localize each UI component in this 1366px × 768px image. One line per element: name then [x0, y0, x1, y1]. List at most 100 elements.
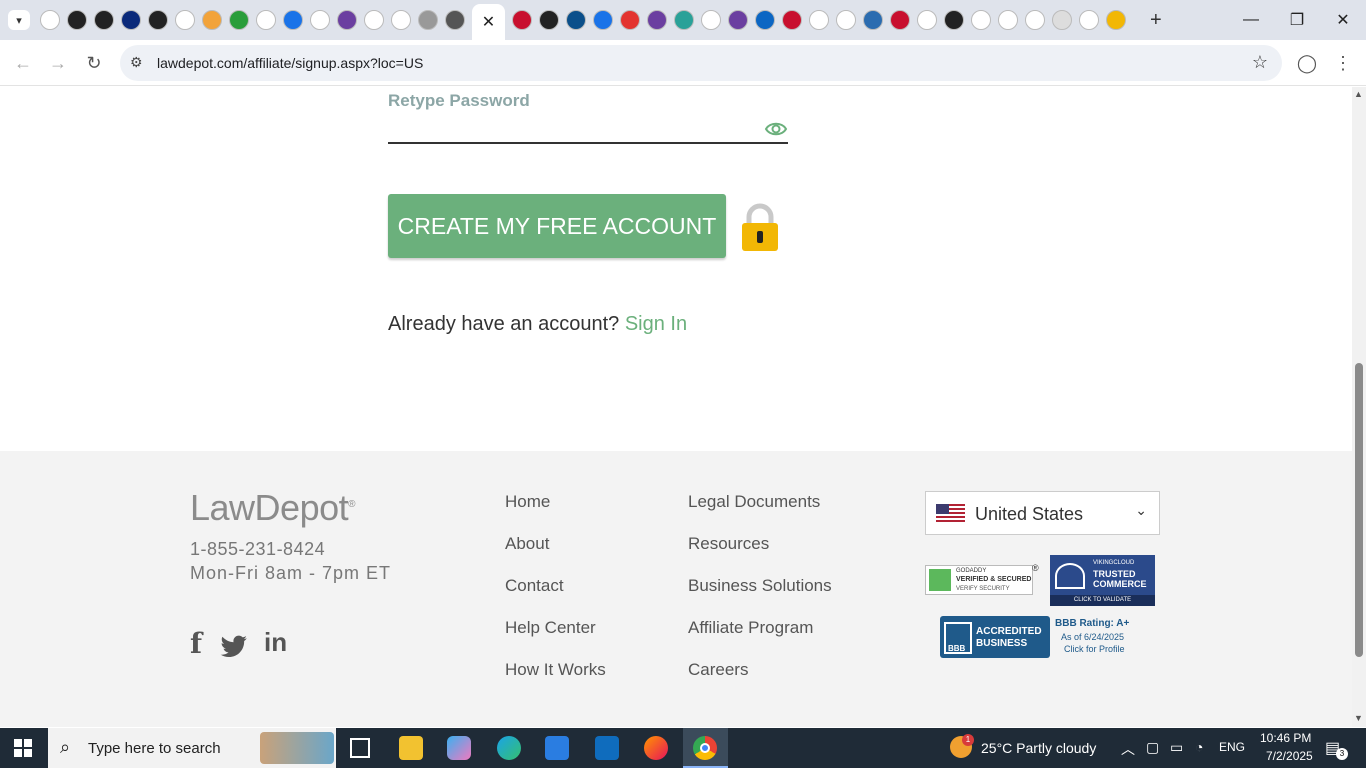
- tab-favicon-icon[interactable]: [971, 10, 991, 30]
- tab-favicon-icon[interactable]: [1025, 10, 1045, 30]
- restore-button[interactable]: ❐: [1274, 0, 1320, 40]
- tab-favicon-icon[interactable]: [121, 10, 141, 30]
- tab-favicon-icon[interactable]: [445, 10, 465, 30]
- footer-link-resources[interactable]: Resources: [688, 533, 832, 575]
- footer-link-careers[interactable]: Careers: [688, 659, 832, 701]
- phone-number[interactable]: 1-855-231-8424: [190, 539, 325, 560]
- minimize-button[interactable]: —: [1228, 0, 1274, 40]
- language-indicator[interactable]: ENG: [1219, 740, 1245, 754]
- bookmark-star-icon[interactable]: ☆: [1252, 52, 1268, 73]
- create-account-button[interactable]: CREATE MY FREE ACCOUNT: [388, 194, 726, 258]
- url-text[interactable]: lawdepot.com/affiliate/signup.aspx?loc=U…: [157, 55, 423, 71]
- footer-link-business-solutions[interactable]: Business Solutions: [688, 575, 832, 617]
- facebook-icon[interactable]: f: [190, 627, 202, 660]
- twitter-icon[interactable]: [220, 635, 248, 659]
- tab-favicon-icon[interactable]: [40, 10, 60, 30]
- forward-button[interactable]: →: [43, 48, 73, 78]
- tab-favicon-icon[interactable]: [917, 10, 937, 30]
- tab-favicon-icon[interactable]: [148, 10, 168, 30]
- tab-favicon-icon[interactable]: [674, 10, 694, 30]
- copilot-icon[interactable]: [447, 736, 471, 760]
- outlook-icon[interactable]: [595, 736, 619, 760]
- tab-favicon-icon[interactable]: [229, 10, 249, 30]
- lawdepot-logo[interactable]: LawDepot®: [190, 487, 355, 529]
- tab-favicon-icon[interactable]: [1052, 10, 1072, 30]
- battery-icon[interactable]: ▭: [1170, 739, 1183, 756]
- scroll-down-arrow[interactable]: ▼: [1354, 713, 1363, 723]
- tab-favicon-icon[interactable]: [202, 10, 222, 30]
- tab-favicon-icon[interactable]: [755, 10, 775, 30]
- footer-link-contact[interactable]: Contact: [505, 575, 606, 617]
- weather-text[interactable]: 25°C Partly cloudy: [981, 740, 1096, 756]
- tab-favicon-icon[interactable]: [364, 10, 384, 30]
- footer-link-about[interactable]: About: [505, 533, 606, 575]
- new-tab-button[interactable]: +: [1150, 9, 1162, 32]
- vikingcloud-badge[interactable]: VIKINGCLOUD TRUSTED COMMERCE CLICK TO VA…: [1050, 555, 1155, 606]
- tab-favicon-icon[interactable]: [94, 10, 114, 30]
- tab-favicon-icon[interactable]: [620, 10, 640, 30]
- reload-button[interactable]: ↻: [79, 48, 109, 78]
- country-select[interactable]: United States ⌄: [925, 491, 1160, 535]
- tab-favicon-icon[interactable]: [890, 10, 910, 30]
- tab-search-button[interactable]: ▾: [8, 10, 30, 30]
- footer-link-how-it-works[interactable]: How It Works: [505, 659, 606, 701]
- page-scrollbar[interactable]: ▲ ▼: [1352, 87, 1366, 727]
- close-window-button[interactable]: ✕: [1320, 0, 1366, 40]
- tab-favicon-icon[interactable]: [512, 10, 532, 30]
- tab-close-icon[interactable]: ✕: [482, 12, 495, 32]
- sign-in-link[interactable]: Sign In: [625, 313, 687, 335]
- file-explorer-icon[interactable]: [399, 736, 423, 760]
- tab-favicon-icon[interactable]: [863, 10, 883, 30]
- tab-favicon-icon[interactable]: [998, 10, 1018, 30]
- store-icon[interactable]: [545, 736, 569, 760]
- menu-icon[interactable]: ⋮: [1328, 48, 1358, 78]
- tab-favicon-icon[interactable]: [283, 10, 303, 30]
- tab-favicon-icon[interactable]: [67, 10, 87, 30]
- tab-favicon-icon[interactable]: [1106, 10, 1126, 30]
- tab-favicon-icon[interactable]: [728, 10, 748, 30]
- scroll-up-arrow[interactable]: ▲: [1354, 89, 1363, 99]
- meet-icon[interactable]: ▢: [1146, 739, 1159, 756]
- tab-favicon-icon[interactable]: [647, 10, 667, 30]
- show-password-icon[interactable]: [764, 117, 788, 141]
- footer-link-help-center[interactable]: Help Center: [505, 617, 606, 659]
- tab-favicon-icon[interactable]: [1079, 10, 1099, 30]
- tab-favicon-icon[interactable]: [836, 10, 856, 30]
- site-settings-icon[interactable]: ⚙: [130, 54, 143, 71]
- footer-link-legal-documents[interactable]: Legal Documents: [688, 491, 832, 533]
- footer-link-affiliate-program[interactable]: Affiliate Program: [688, 617, 832, 659]
- tab-favicon-icon[interactable]: [566, 10, 586, 30]
- retype-password-input[interactable]: [388, 142, 788, 144]
- address-bar[interactable]: ⚙ lawdepot.com/affiliate/signup.aspx?loc…: [120, 45, 1282, 81]
- tab-favicon-icon[interactable]: [782, 10, 802, 30]
- taskbar-search[interactable]: ⌕ Type here to search: [48, 728, 336, 768]
- edge-icon[interactable]: [497, 736, 521, 760]
- tab-favicon-icon[interactable]: [310, 10, 330, 30]
- chrome-taskbar-button[interactable]: [683, 728, 728, 768]
- clock-date[interactable]: 7/2/2025: [1266, 749, 1313, 763]
- tab-favicon-icon[interactable]: [391, 10, 411, 30]
- godaddy-security-badge[interactable]: GODADDY VERIFIED & SECURED VERIFY SECURI…: [925, 565, 1033, 595]
- profile-icon[interactable]: ◯: [1292, 48, 1322, 78]
- back-button[interactable]: ←: [8, 48, 38, 78]
- firefox-icon[interactable]: [644, 736, 668, 760]
- linkedin-icon[interactable]: in: [264, 627, 287, 658]
- tab-favicon-icon[interactable]: [944, 10, 964, 30]
- bbb-badge[interactable]: BBB ACCREDITED BUSINESS BBB Rating: A+ A…: [940, 616, 1135, 658]
- tab-favicon-icon[interactable]: [701, 10, 721, 30]
- tab-favicon-icon[interactable]: [809, 10, 829, 30]
- windows-start-icon[interactable]: [14, 739, 32, 757]
- clock-time[interactable]: 10:46 PM: [1260, 731, 1311, 745]
- footer-link-home[interactable]: Home: [505, 491, 606, 533]
- tab-favicon-icon[interactable]: [256, 10, 276, 30]
- tab-favicon-icon[interactable]: [175, 10, 195, 30]
- active-tab[interactable]: ✕: [472, 4, 505, 40]
- chevron-up-icon[interactable]: ︿: [1121, 739, 1135, 759]
- wifi-icon[interactable]: ◔: [1195, 739, 1203, 755]
- scroll-thumb[interactable]: [1355, 363, 1363, 657]
- tab-favicon-icon[interactable]: [539, 10, 559, 30]
- task-view-icon[interactable]: [350, 738, 370, 758]
- tab-favicon-icon[interactable]: [593, 10, 613, 30]
- tab-favicon-icon[interactable]: [337, 10, 357, 30]
- tab-favicon-icon[interactable]: [418, 10, 438, 30]
